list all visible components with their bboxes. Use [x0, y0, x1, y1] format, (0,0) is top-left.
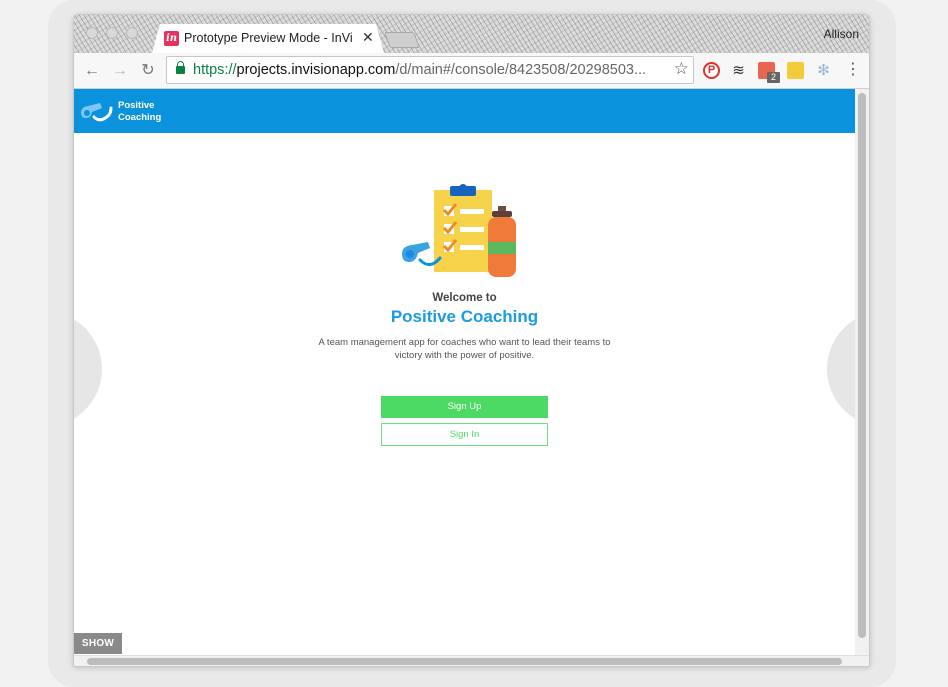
- new-tab-button[interactable]: [384, 32, 420, 48]
- url-path: /d/main#/console/8423508/20298503...: [395, 62, 647, 78]
- url-protocol: https://: [193, 62, 237, 78]
- url-host: projects.invisionapp.com: [236, 62, 396, 78]
- tab-prototype-preview[interactable]: in Prototype Preview Mode - InVi ✕: [152, 24, 384, 53]
- pinterest-icon[interactable]: P: [703, 62, 720, 79]
- address-bar[interactable]: https://projects.invisionapp.com/d/main#…: [166, 56, 694, 84]
- back-arrow-icon[interactable]: ←: [82, 61, 102, 81]
- show-toolbar-button[interactable]: SHOW: [74, 633, 122, 654]
- welcome-heading: Welcome to: [432, 292, 497, 304]
- vertical-scrollbar-thumb[interactable]: [858, 93, 866, 638]
- sign-up-button[interactable]: Sign Up: [381, 396, 548, 418]
- browser-toolbar: ← → ↻ https://projects.invisionapp.com/d…: [74, 53, 869, 89]
- profile-name[interactable]: Allison: [824, 27, 859, 41]
- invision-favicon-icon: in: [165, 33, 178, 44]
- forward-arrow-icon[interactable]: →: [110, 61, 130, 81]
- brand-line-1: Positive: [118, 100, 155, 111]
- app-tagline: A team management app for coaches who wa…: [318, 337, 611, 361]
- url-text: https://projects.invisionapp.com/d/main#…: [193, 62, 646, 78]
- browser-menu-icon[interactable]: ⋮: [845, 61, 861, 79]
- app-title: Positive Coaching: [390, 307, 539, 326]
- previous-screen-button[interactable]: [74, 311, 102, 427]
- bookmark-star-icon[interactable]: ☆: [674, 59, 689, 79]
- tab-strip: in Prototype Preview Mode - InVi ✕ Allis…: [74, 15, 869, 53]
- app-brand-name: Positive Coaching: [118, 100, 161, 124]
- note-icon[interactable]: [787, 62, 804, 79]
- sign-in-button[interactable]: Sign In: [381, 423, 548, 446]
- snowflake-icon[interactable]: ✻: [815, 62, 832, 79]
- reload-icon[interactable]: ↻: [138, 61, 158, 81]
- browser-window: in Prototype Preview Mode - InVi ✕ Allis…: [73, 14, 870, 667]
- next-screen-button[interactable]: [827, 311, 855, 427]
- coaching-hero-illustration: [402, 184, 516, 277]
- close-window-button[interactable]: [86, 27, 98, 39]
- calendar-badge: 2: [767, 72, 780, 83]
- tab-title: Prototype Preview Mode - InVi: [184, 31, 353, 45]
- tab-close-icon[interactable]: ✕: [362, 29, 374, 46]
- brand-line-2: Coaching: [118, 112, 162, 123]
- zoom-window-button[interactable]: [126, 27, 138, 39]
- prototype-viewport: Positive Coaching Welcome to Positive Co…: [74, 89, 855, 655]
- whistle-logo-icon: [81, 103, 113, 122]
- buffer-icon[interactable]: ≋: [730, 62, 747, 79]
- lock-icon: [176, 61, 185, 74]
- horizontal-scrollbar-thumb[interactable]: [87, 658, 842, 665]
- minimize-window-button[interactable]: [106, 27, 118, 39]
- app-header: Positive Coaching: [74, 89, 855, 133]
